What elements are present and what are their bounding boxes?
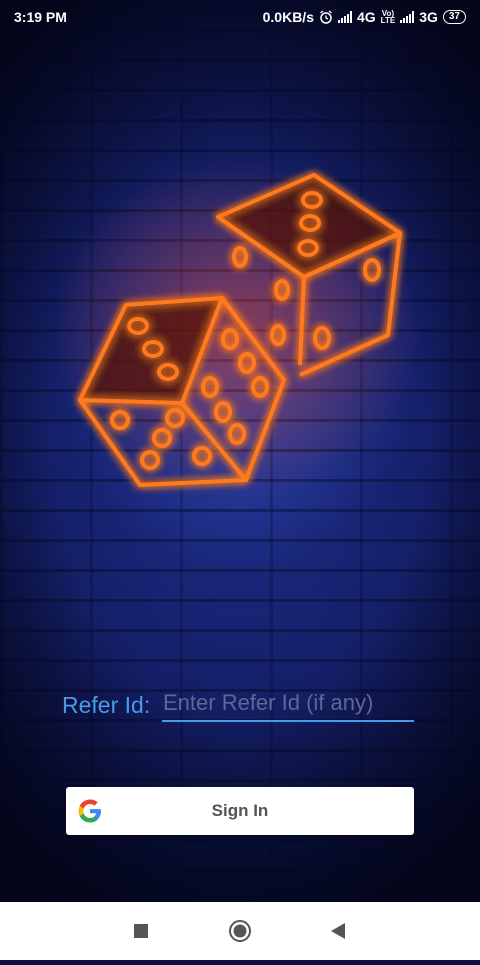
volte-bottom: LTE [380,16,396,25]
home-icon [229,920,251,942]
signal-icon-2 [400,11,415,23]
network-type-2: 3G [419,9,438,25]
sign-in-label: Sign In [211,801,269,820]
network-type-1: 4G [356,9,376,25]
home-button[interactable] [210,902,270,960]
network-speed: 0.0KB/s [262,9,314,25]
recent-apps-button[interactable] [110,902,170,960]
alarm-icon [320,10,332,24]
back-button[interactable] [308,902,368,960]
status-icons: 0.0KB/s 4G Vo) LTE 3G 37 [263,9,466,25]
signal-icon [337,11,352,23]
navigation-bar [0,902,480,960]
refer-id-label: Refer Id: [62,692,151,718]
recent-apps-icon [134,924,148,938]
volte-icon: Vo) LTE [380,10,396,25]
refer-id-input[interactable] [162,688,414,722]
battery-icon: 37 [442,10,466,24]
neon-dice-icon [60,160,420,500]
status-time: 3:19 PM [14,9,67,25]
google-sign-in-button[interactable]: Sign In [66,787,414,835]
back-icon [331,923,345,939]
status-bar: 3:19 PM 0.0KB/s 4G Vo) LTE 3G 37 [0,0,480,34]
